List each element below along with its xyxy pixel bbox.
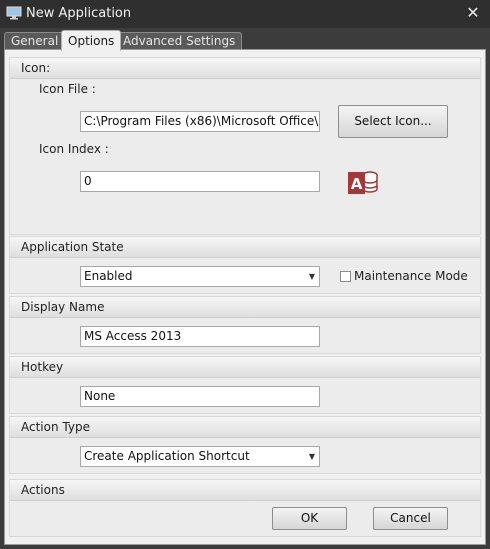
application-state-section: Application State Enabled ▼ Maintenance … — [9, 236, 481, 294]
maintenance-mode-label: Maintenance Mode — [354, 269, 468, 283]
hotkey-section: Hotkey None — [9, 356, 481, 414]
close-icon[interactable]: ✕ — [464, 4, 482, 22]
chevron-down-icon: ▼ — [308, 452, 315, 461]
cancel-button[interactable]: Cancel — [373, 507, 448, 530]
access-icon-letter: A — [351, 175, 363, 193]
ms-access-icon: A — [348, 171, 378, 194]
select-icon-button[interactable]: Select Icon... — [338, 105, 448, 138]
actions-section: Actions OK Cancel — [9, 479, 481, 537]
display-name-header: Display Name — [10, 297, 480, 318]
application-state-value: Enabled — [84, 269, 133, 283]
application-state-header: Application State — [10, 237, 480, 258]
tab-general[interactable]: General — [4, 32, 66, 50]
tab-strip: General Options Advanced Settings — [4, 30, 486, 51]
window-title: New Application — [26, 6, 132, 21]
action-type-dropdown[interactable]: Create Application Shortcut ▼ — [80, 446, 320, 467]
actions-header: Actions — [10, 480, 480, 501]
maintenance-mode-checkbox[interactable] — [340, 271, 351, 282]
hotkey-field[interactable]: None — [80, 386, 320, 407]
icon-index-label: Icon Index : — [39, 142, 109, 156]
options-panel: Icon: Icon File : C:\Program Files (x86)… — [4, 49, 486, 545]
tab-advanced-settings[interactable]: Advanced Settings — [116, 32, 243, 50]
icon-section-header: Icon: — [10, 58, 480, 79]
hotkey-header: Hotkey — [10, 357, 480, 378]
display-name-field[interactable]: MS Access 2013 — [80, 326, 320, 347]
tab-options[interactable]: Options — [61, 30, 122, 51]
icon-section: Icon: Icon File : C:\Program Files (x86)… — [9, 57, 481, 235]
title-bar: New Application ✕ — [0, 0, 490, 28]
icon-file-label: Icon File : — [39, 82, 96, 96]
monitor-icon — [6, 6, 22, 20]
icon-file-field[interactable]: C:\Program Files (x86)\Microsoft Office\… — [80, 111, 320, 132]
display-name-section: Display Name MS Access 2013 — [9, 296, 481, 354]
ok-button[interactable]: OK — [272, 507, 347, 530]
icon-index-field[interactable]: 0 — [80, 171, 320, 192]
chevron-down-icon: ▼ — [308, 272, 315, 281]
action-type-section: Action Type Create Application Shortcut … — [9, 416, 481, 474]
action-type-header: Action Type — [10, 417, 480, 438]
application-state-dropdown[interactable]: Enabled ▼ — [80, 266, 320, 287]
action-type-value: Create Application Shortcut — [84, 449, 250, 463]
